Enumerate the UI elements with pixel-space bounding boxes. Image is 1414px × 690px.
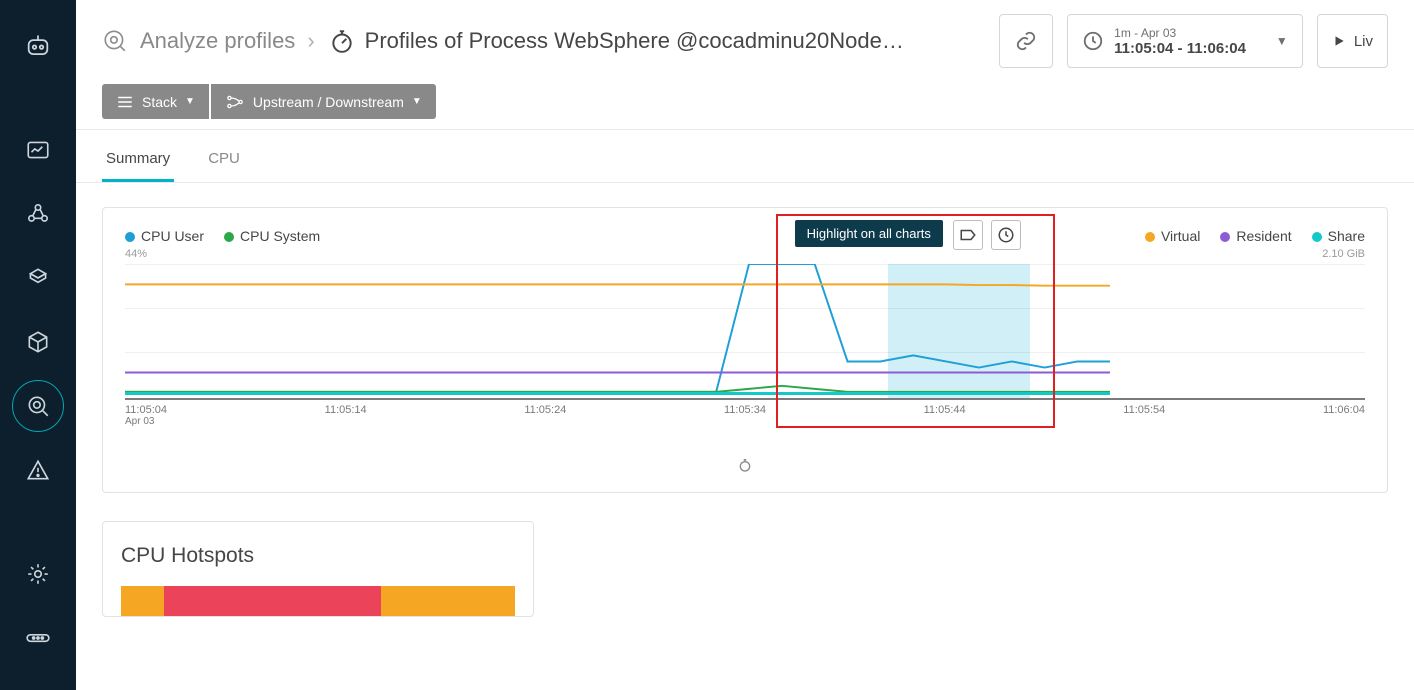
nav-dashboards[interactable] — [12, 124, 64, 176]
page-title-text: Profiles of Process WebSphere @cocadminu… — [365, 28, 904, 54]
nav-events[interactable] — [12, 444, 64, 496]
clock-icon — [997, 226, 1015, 244]
upstream-dropdown[interactable]: Upstream / Downstream ▼ — [211, 84, 436, 119]
legend-cpu-user: CPU User — [125, 228, 204, 244]
gear-icon — [25, 561, 51, 587]
time-picker[interactable]: 1m - Apr 03 11:05:04 - 11:06:04 ▼ — [1067, 14, 1303, 68]
cube-icon — [25, 329, 51, 355]
y-max-right: 2.10 GiB — [1322, 248, 1365, 260]
chevron-down-icon: ▼ — [412, 96, 422, 107]
nav-settings[interactable] — [12, 548, 64, 600]
y-max-left: 44% — [125, 248, 147, 260]
clock-icon — [1082, 30, 1104, 52]
topology-icon — [25, 201, 51, 227]
stopwatch-icon — [737, 457, 753, 473]
warning-icon — [25, 457, 51, 483]
more-icon — [25, 629, 51, 647]
nav-apps[interactable] — [12, 188, 64, 240]
upstream-label: Upstream / Downstream — [253, 94, 404, 110]
legend-share: Share — [1312, 228, 1365, 244]
analyze-icon — [102, 28, 128, 54]
tab-summary[interactable]: Summary — [102, 150, 174, 182]
live-label: Liv — [1354, 33, 1373, 50]
stack-label: Stack — [142, 94, 177, 110]
time-range: 11:05:04 - 11:06:04 — [1114, 40, 1246, 57]
live-button[interactable]: Liv — [1317, 14, 1388, 68]
diamond-icon — [25, 265, 51, 291]
page-title: Profiles of Process WebSphere @cocadminu… — [329, 28, 904, 54]
chart-legend: CPU User CPU System Virtual Resident Sha… — [125, 228, 1365, 244]
header: Analyze profiles › Profiles of Process W… — [76, 0, 1414, 78]
main: Analyze profiles › Profiles of Process W… — [76, 0, 1414, 690]
nav-home[interactable] — [12, 20, 64, 72]
play-icon — [1332, 34, 1346, 48]
nav-analyze[interactable] — [12, 380, 64, 432]
chart-card: CPU User CPU System Virtual Resident Sha… — [102, 207, 1388, 493]
stopwatch-icon — [329, 28, 355, 54]
time-top: 1m - Apr 03 — [1114, 26, 1246, 40]
hotspots-card: CPU Hotspots — [102, 521, 534, 617]
x-axis-sublabel: Apr 03 — [125, 416, 1365, 427]
dashboard-icon — [25, 137, 51, 163]
nav-more[interactable] — [12, 612, 64, 664]
stack-icon — [116, 94, 134, 110]
tabs: Summary CPU — [76, 130, 1414, 183]
chart-plot[interactable]: Highlight on all charts — [125, 264, 1365, 400]
chevron-right-icon: › — [307, 28, 314, 54]
magnify-target-icon — [25, 393, 51, 419]
x-axis-ticks: 11:05:0411:05:1411:05:2411:05:3411:05:44… — [125, 404, 1365, 416]
tab-cpu[interactable]: CPU — [204, 150, 244, 182]
nav-platform[interactable] — [12, 252, 64, 304]
hotspots-bar[interactable] — [121, 586, 515, 616]
chevron-down-icon: ▼ — [1276, 34, 1288, 48]
hotspots-title: CPU Hotspots — [121, 544, 515, 568]
toolbar: Stack ▼ Upstream / Downstream ▼ — [76, 78, 1414, 129]
link-icon — [1015, 30, 1037, 52]
stack-dropdown[interactable]: Stack ▼ — [102, 84, 209, 119]
link-button[interactable] — [999, 14, 1053, 68]
tag-icon — [959, 228, 977, 242]
nav-stack[interactable] — [12, 316, 64, 368]
flow-icon — [225, 94, 245, 110]
legend-cpu-system: CPU System — [224, 228, 320, 244]
chevron-down-icon: ▼ — [185, 96, 195, 107]
tooltip: Highlight on all charts — [795, 220, 943, 247]
breadcrumb[interactable]: Analyze profiles › — [102, 28, 315, 54]
chart-svg — [125, 264, 1110, 398]
legend-resident: Resident — [1220, 228, 1291, 244]
legend-virtual: Virtual — [1145, 228, 1200, 244]
clock-button[interactable] — [991, 220, 1021, 250]
robot-icon — [24, 32, 52, 60]
content: CPU User CPU System Virtual Resident Sha… — [76, 183, 1414, 641]
timer-indicator — [125, 457, 1365, 478]
breadcrumb-label: Analyze profiles — [140, 28, 295, 54]
sidebar — [0, 0, 76, 690]
tag-button[interactable] — [953, 220, 983, 250]
